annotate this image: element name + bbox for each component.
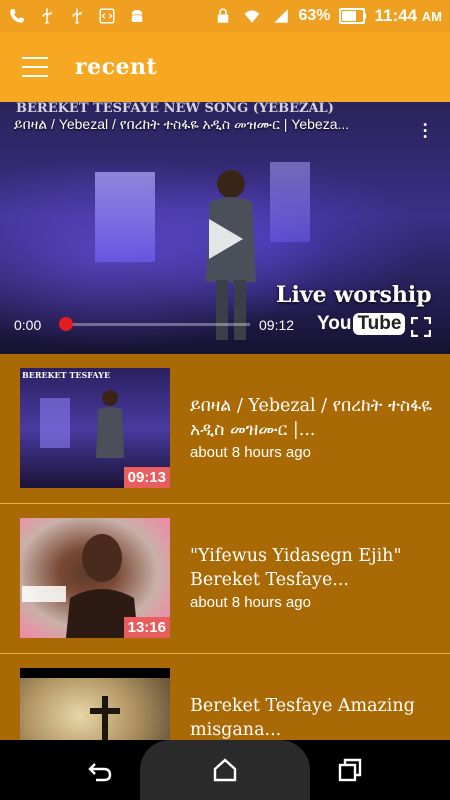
battery-percent: 63% [298,7,331,24]
stage-light [95,172,155,262]
battery-icon [338,7,367,25]
list-item[interactable]: Bereket Tesfaye Amazing misgana... [0,654,450,740]
video-title: ይበዛል / Yebezal / የበረከት ተስፋዬ አዲስ መዝሙር |..… [190,396,432,440]
app-bar: recent [0,32,450,102]
recent-apps-icon[interactable] [336,756,364,784]
video-title: "Yifewus Yidasegn Ejih" Bereket Tesfaye.… [190,546,402,590]
clock: 11:44 AM [374,6,443,25]
seek-handle[interactable] [59,317,73,331]
page-title: recent [75,54,158,80]
duration-badge: 13:16 [123,617,170,638]
video-banner-text: BEREKET TESFAYE NEW SONG (YEBEZAL) [16,102,334,116]
status-bar: 63% 11:44 AM [0,0,450,32]
navigation-bar [0,740,450,800]
phone-icon [8,7,26,25]
fullscreen-icon[interactable] [411,317,431,337]
video-thumbnail [20,668,170,740]
video-time-ago: about 8 hours ago [190,594,311,611]
code-icon [98,7,116,25]
video-title: ይበዛል / Yebezal / የበረከት ተስፋዬ አዲስ መዝሙር | Y… [14,116,350,132]
video-list: BEREKET TESFAYE 09:13 ይበዛል / Yebezal / የ… [0,354,450,740]
wifi-icon [240,7,264,25]
home-icon[interactable] [211,756,239,784]
signal-icon [272,7,290,25]
video-duration: 09:12 [259,317,295,333]
video-title: Bereket Tesfaye Amazing misgana... [190,696,415,740]
duration-badge: 09:13 [123,467,170,488]
video-time-ago: about 8 hours ago [190,444,311,461]
svg-text:BEREKET TESFAYE: BEREKET TESFAYE [22,370,110,380]
stage-light [270,162,310,242]
thumbnail-image [20,668,170,740]
menu-icon[interactable] [22,57,48,77]
lock-icon [214,7,232,25]
list-item[interactable]: BEREKET TESFAYE 09:13 ይበዛል / Yebezal / የ… [0,354,450,504]
back-icon[interactable] [86,756,114,784]
android-icon [128,7,146,25]
list-item[interactable]: 13:16 "Yifewus Yidasegn Ejih" Bereket Te… [0,504,450,654]
current-time: 0:00 [14,317,42,333]
youtube-logo[interactable]: You Tube [317,313,406,335]
video-thumbnail: BEREKET TESFAYE 09:13 [20,368,170,488]
video-thumbnail: 13:16 [20,518,170,638]
video-overlay-text: Live worship [276,282,432,308]
seek-bar[interactable] [60,323,250,326]
play-icon[interactable] [205,217,245,261]
usb-icon [68,7,86,25]
more-options-icon[interactable]: · · · [422,117,428,145]
video-player[interactable]: BEREKET TESFAYE NEW SONG (YEBEZAL) ይበዛል … [0,102,450,354]
usb-icon [38,7,56,25]
